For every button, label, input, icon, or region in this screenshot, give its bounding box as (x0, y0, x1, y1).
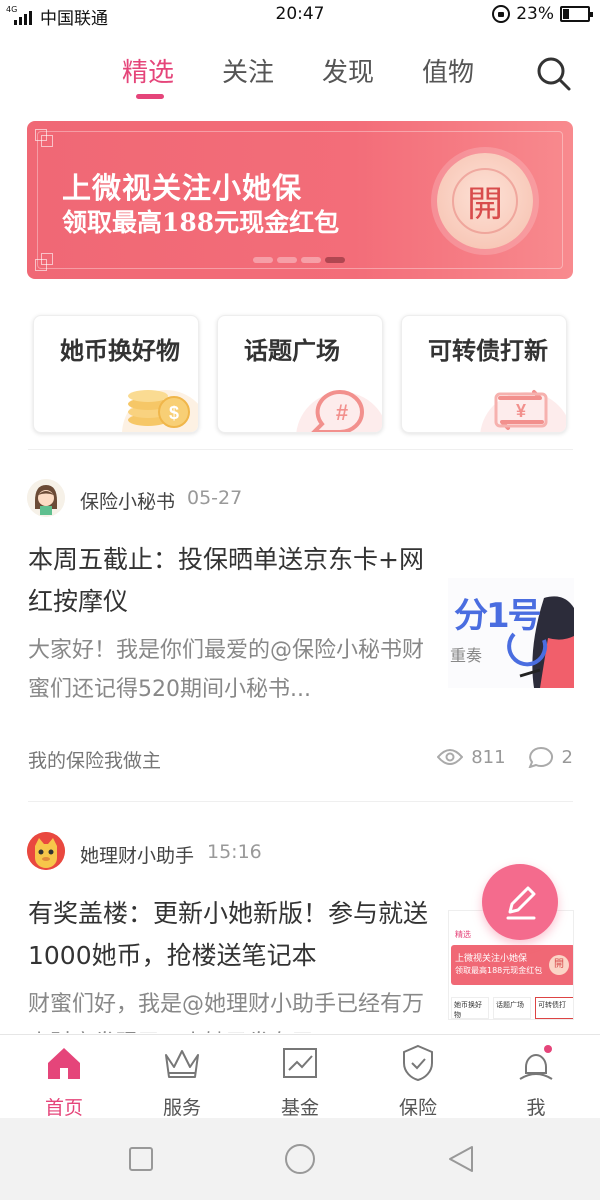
shortcut-label: 可转债打新 (428, 337, 548, 365)
hashtag-bubble-icon: # (296, 389, 382, 432)
thumbnail-text: 分1号 (454, 596, 542, 636)
system-nav-bar (0, 1118, 600, 1200)
nav-label: 服务 (162, 1097, 201, 1119)
thumbnail-card: 可转债打 (535, 997, 573, 1019)
post-time: 15:16 (207, 841, 262, 863)
thumbnail-banner-line: 上微视关注小她保 (455, 954, 528, 964)
bottom-nav: 首页 服务 基金 保险 我 (0, 1034, 600, 1120)
nav-label: 保险 (398, 1097, 437, 1119)
carousel-dot[interactable] (253, 257, 273, 263)
nav-label: 首页 (44, 1097, 83, 1119)
home-icon (48, 1048, 80, 1079)
eye-icon (437, 749, 464, 765)
carousel-dot[interactable] (277, 257, 297, 263)
seal-character: 開 (452, 168, 518, 234)
top-tabs: 精选 关注 发现 值物 (0, 52, 600, 102)
promo-banner[interactable]: 上微视关注小她保 领取最高188元现金红包 開 (27, 121, 573, 279)
thumbnail-seal: 開 (549, 955, 569, 975)
banner-subtitle: 领取最高188元现金红包 (62, 208, 340, 237)
nav-insurance[interactable]: 保险 (358, 1043, 478, 1120)
tab-featured[interactable]: 精选 (122, 52, 174, 89)
thumbnail-banner-line: 领取最高188元现金红包 (455, 966, 543, 975)
avatar[interactable] (27, 479, 65, 517)
banner-corner-ornament (41, 135, 53, 147)
notification-badge (544, 1045, 552, 1053)
svg-text:#: # (336, 400, 348, 425)
yen-exchange-icon: ¥ (480, 390, 566, 432)
rotation-lock-icon (492, 5, 511, 23)
profile-icon (519, 1045, 553, 1080)
nav-services[interactable]: 服务 (122, 1043, 242, 1120)
author-avatar-girl (27, 479, 65, 517)
shield-icon (403, 1044, 433, 1082)
tab-following[interactable]: 关注 (222, 52, 274, 89)
post-author[interactable]: 保险小秘书 (80, 487, 175, 514)
banner-title: 上微视关注小她保 (62, 171, 303, 205)
divider (28, 801, 573, 802)
view-count: 811 (471, 746, 506, 768)
comment-count: 2 (561, 746, 573, 768)
banner-corner-ornament (41, 253, 53, 265)
nav-funds[interactable]: 基金 (240, 1043, 360, 1120)
status-bar: 4G 中国联通 20:47 23% (0, 0, 600, 32)
post-author[interactable]: 她理财小助手 (80, 841, 194, 868)
crown-icon (165, 1050, 199, 1078)
red-envelope-seal: 開 (437, 153, 533, 249)
shortcut-convertible-bond[interactable]: 可转债打新 ¥ (401, 315, 567, 433)
nav-me[interactable]: 我 (476, 1043, 596, 1120)
status-right: 23% (492, 4, 593, 24)
shortcut-coin-exchange[interactable]: 她币换好物 $ (33, 315, 199, 433)
active-tab-indicator (136, 94, 164, 99)
post-thumbnail[interactable]: 分1号 重奏 (448, 578, 574, 688)
compose-button[interactable] (482, 864, 558, 940)
thumbnail-tab-label: 精选 (455, 930, 471, 939)
thumbnail-card: 她币换好物 (451, 997, 489, 1019)
shortcut-label: 话题广场 (244, 337, 340, 365)
divider (28, 449, 573, 450)
svg-text:¥: ¥ (516, 401, 526, 421)
thumbnail-caption: 重奏 (450, 646, 483, 665)
post-stats: 811 2 (437, 746, 573, 768)
thumbnail-banner: 上微视关注小她保 领取最高188元现金红包 開 (451, 945, 573, 985)
post-topic-tag[interactable]: 我的保险我做主 (28, 746, 161, 773)
nav-label: 基金 (280, 1097, 319, 1119)
post-title[interactable]: 本周五截止：投保晒单送京东卡+网红按摩仪 (28, 539, 433, 623)
post-title[interactable]: 有奖盖楼：更新小她新版！参与就送1000她币，抢楼送笔记本 (28, 893, 433, 977)
battery-percent: 23% (516, 4, 554, 24)
tab-worth-buying[interactable]: 值物 (422, 52, 474, 89)
battery-icon (560, 6, 593, 22)
svg-text:$: $ (169, 403, 179, 423)
search-icon[interactable] (536, 56, 572, 92)
author-avatar-cat (27, 832, 65, 870)
avatar[interactable] (27, 832, 65, 870)
tab-discover[interactable]: 发现 (322, 52, 374, 89)
post-excerpt[interactable]: 大家好！我是你们最爱的@保险小秘书财蜜们还记得520期间小秘书... (28, 631, 428, 709)
post-excerpt[interactable]: 财蜜们好，我是@她理财小助手已经有万小财蜜发现了，小她又发布了... (28, 985, 428, 1033)
recent-apps-icon[interactable] (128, 1146, 154, 1172)
back-icon[interactable] (446, 1144, 476, 1174)
pencil-icon (506, 886, 536, 920)
shortcut-label: 她币换好物 (60, 337, 180, 365)
shortcut-topic-square[interactable]: 话题广场 # (217, 315, 383, 433)
post-time: 05-27 (187, 487, 243, 509)
home-button-icon[interactable] (284, 1143, 316, 1175)
comment-icon[interactable] (528, 746, 554, 768)
carousel-indicator (253, 257, 345, 263)
nav-home[interactable]: 首页 (4, 1043, 124, 1120)
nav-label: 我 (526, 1097, 546, 1119)
thumbnail-card: 话题广场 (493, 997, 531, 1019)
carousel-dot-active[interactable] (325, 257, 345, 263)
chart-icon (283, 1048, 317, 1078)
coins-icon: $ (122, 390, 198, 432)
carousel-dot[interactable] (301, 257, 321, 263)
